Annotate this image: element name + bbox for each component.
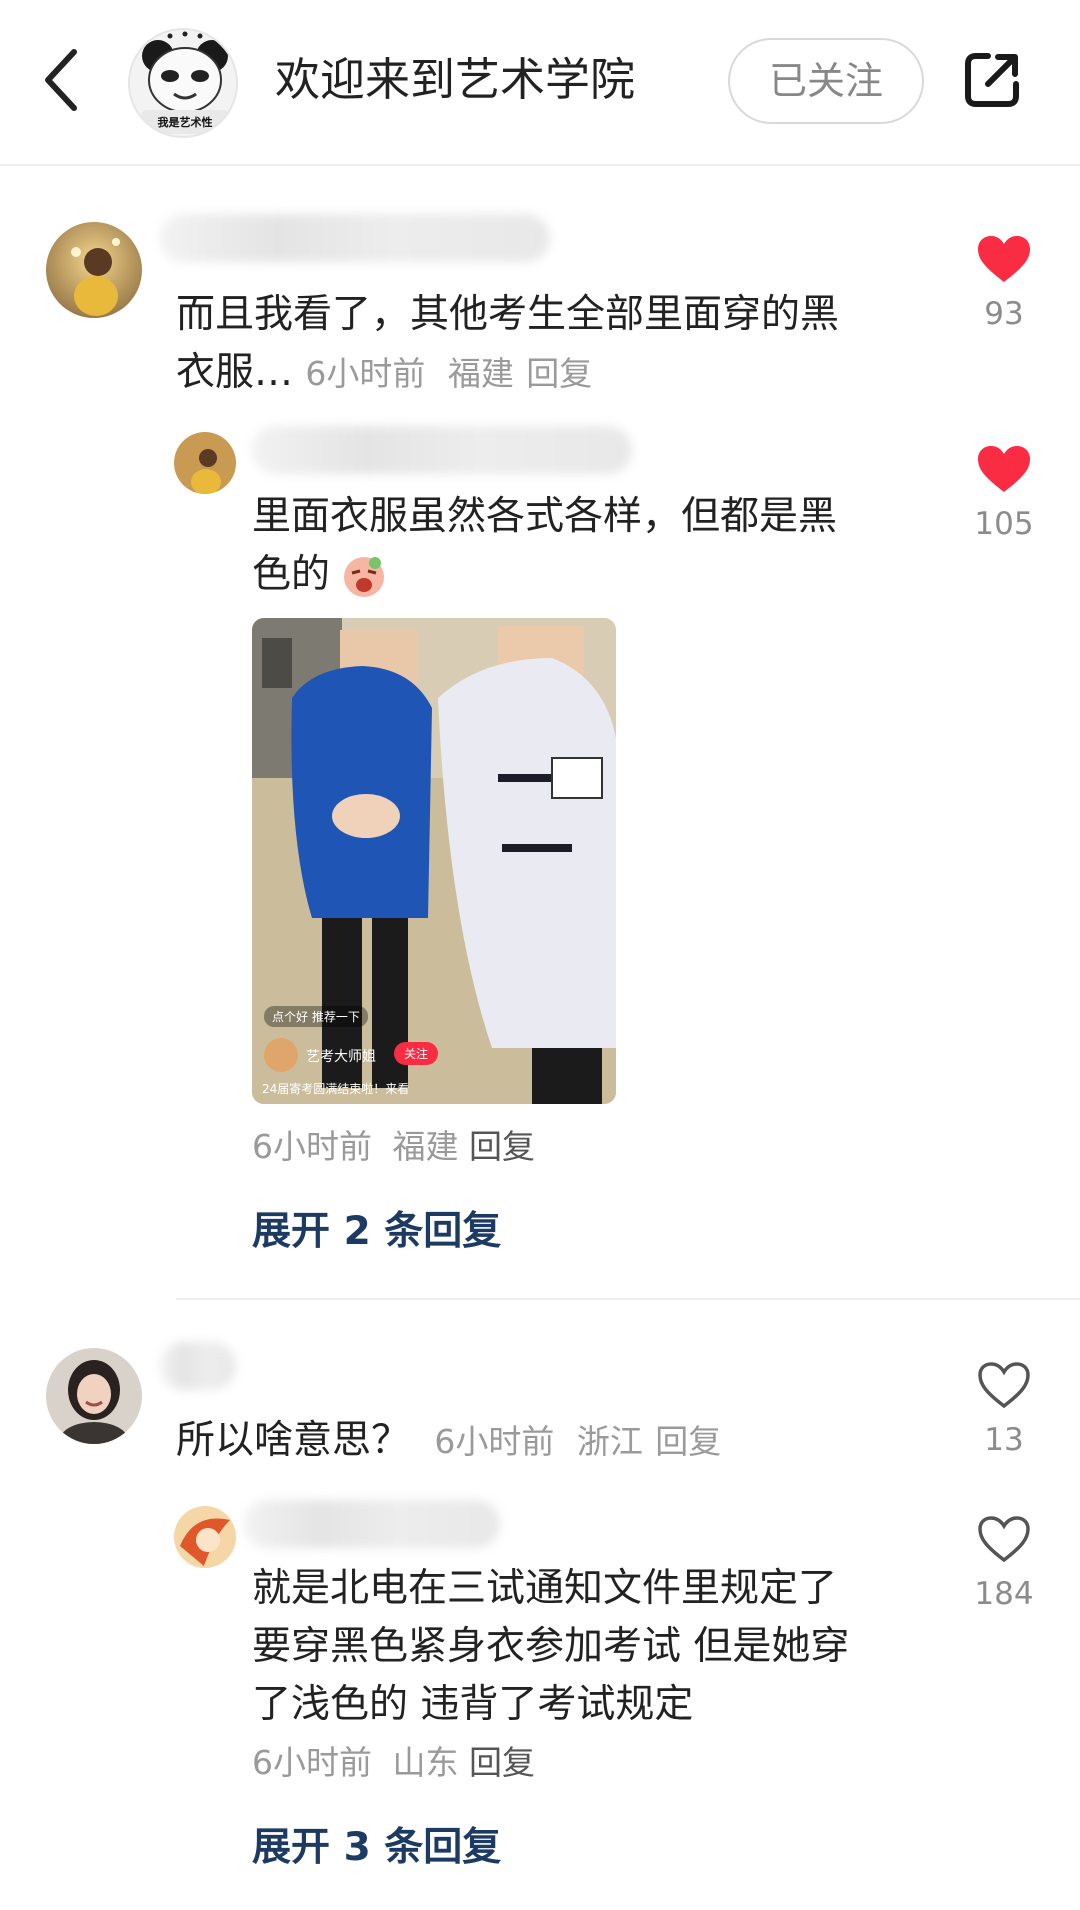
comment-text: 而且我看了，其他考生全部里面穿的黑 衣服… 6小时前 福建 回复 (176, 292, 840, 395)
image-overlay-tip: 点个好 推荐一下 (264, 1006, 368, 1027)
reply-time: 6小时前 (252, 1743, 372, 1782)
reply-text: 就是北电在三试通知文件里规定了 要穿黑色紧身衣参加考试 但是她穿 了浅色的 违背… (252, 1566, 850, 1727)
back-icon[interactable] (40, 44, 84, 116)
reply-name-blurred (244, 1500, 500, 1548)
reply-location: 山东 (392, 1743, 459, 1782)
crying-emoji-icon (342, 555, 386, 599)
commenter-name-blurred (160, 1342, 236, 1390)
page-title: 欢迎来到艺术学院 (275, 53, 636, 106)
commenter-avatar[interactable] (46, 222, 142, 318)
comment-location: 福建 (447, 354, 514, 393)
comment-time: 6小时前 (305, 354, 426, 393)
reply-button[interactable]: 回复 (469, 1743, 535, 1782)
image-caption: 24届寄考圆满结束啦！来看 (262, 1082, 410, 1096)
account-avatar[interactable]: 我是艺术性 (128, 28, 238, 138)
commenter-avatar[interactable] (46, 1348, 142, 1444)
heart-filled-icon (978, 236, 1030, 282)
image-follow-badge: 关注 (394, 1042, 439, 1065)
image-author-avatar (264, 1038, 298, 1072)
follow-button[interactable]: 已关注 (728, 38, 924, 124)
reply-like-button[interactable]: 105 (964, 444, 1044, 542)
reply-time: 6小时前 (252, 1127, 372, 1166)
reply-avatar[interactable] (174, 432, 236, 494)
like-count: 13 (984, 1422, 1024, 1458)
reply-button[interactable]: 回复 (469, 1127, 535, 1166)
reply-text: 里面衣服虽然各式各样，但都是黑 色的 (252, 494, 838, 599)
image-author-name: 艺考大师姐 (306, 1049, 376, 1065)
expand-replies-button[interactable]: 展开 3 条回复 (252, 1816, 501, 1872)
like-count: 184 (974, 1576, 1034, 1612)
comment-text: 所以啥意思？ 6小时前 浙江 回复 (176, 1418, 722, 1463)
like-button[interactable]: 13 (964, 1360, 1044, 1458)
like-count: 105 (974, 506, 1034, 542)
commenter-name-blurred (160, 214, 550, 262)
heart-filled-icon (978, 446, 1030, 492)
avatar-caption: 我是艺术性 (157, 116, 213, 129)
expand-replies-button[interactable]: 展开 2 条回复 (252, 1200, 501, 1256)
reply-image[interactable]: 点个好 推荐一下 艺考大师姐 关注 24届寄考圆满结束啦！来看 (252, 618, 616, 1104)
comment-divider (176, 1298, 1080, 1300)
reply-like-button[interactable]: 184 (964, 1514, 1044, 1612)
heart-outline-icon (978, 1516, 1030, 1563)
like-count: 93 (984, 296, 1024, 332)
comment-location: 浙江 (576, 1422, 643, 1461)
reply-button[interactable]: 回复 (526, 354, 592, 393)
heart-outline-icon (978, 1362, 1030, 1409)
reply-avatar[interactable] (174, 1506, 236, 1568)
reply-name-blurred (252, 426, 632, 474)
reply-meta: 6小时前 福建 回复 (252, 1120, 535, 1168)
reply-button[interactable]: 回复 (655, 1422, 721, 1461)
reply-meta: 6小时前 山东 回复 (252, 1736, 535, 1784)
reply-location: 福建 (392, 1127, 459, 1166)
top-bar: 我是艺术性 欢迎来到艺术学院 已关注 (0, 0, 1080, 166)
share-icon[interactable] (962, 50, 1022, 110)
like-button[interactable]: 93 (964, 234, 1044, 332)
comment-time: 6小时前 (434, 1422, 555, 1461)
